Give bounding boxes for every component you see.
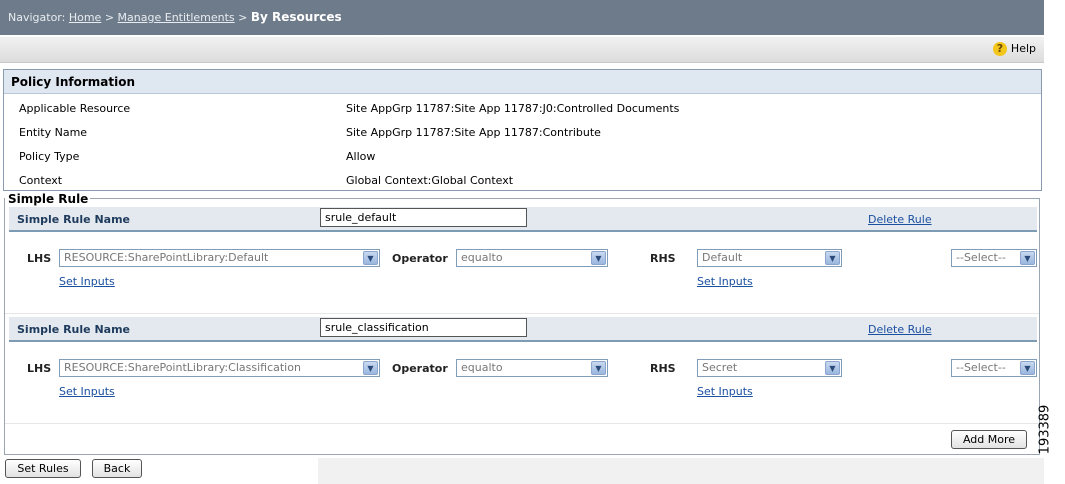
rhs-selected-value: Secret <box>702 361 738 374</box>
policy-information-title: Policy Information <box>4 70 1041 94</box>
operator-selected-value: equalto <box>461 361 503 374</box>
simple-rule-legend: Simple Rule <box>8 192 91 206</box>
rhs-set-inputs-link[interactable]: Set Inputs <box>697 385 753 398</box>
lhs-selected-value: RESOURCE:SharePointLibrary:Default <box>64 251 269 264</box>
rule-name-input[interactable] <box>320 318 527 337</box>
extra-select[interactable]: --Select-- ▼ <box>951 249 1037 267</box>
rhs-set-inputs-link[interactable]: Set Inputs <box>697 275 753 288</box>
applicable-resource-label: Applicable Resource <box>19 102 131 115</box>
policy-type-value: Allow <box>346 150 376 163</box>
lhs-select[interactable]: RESOURCE:SharePointLibrary:Default ▼ <box>59 249 380 267</box>
entity-name-label: Entity Name <box>19 126 88 139</box>
lhs-select[interactable]: RESOURCE:SharePointLibrary:Classificatio… <box>59 359 380 377</box>
set-rules-button[interactable]: Set Rules <box>5 459 81 478</box>
footer-strip <box>318 458 1044 484</box>
chevron-down-icon: ▼ <box>1020 361 1035 375</box>
chevron-down-icon: ▼ <box>825 361 840 375</box>
help-question-icon: ? <box>992 42 1007 56</box>
figure-id-text: 193389 <box>1037 404 1053 455</box>
context-label: Context <box>19 174 63 187</box>
rule-divider <box>5 423 1039 424</box>
rhs-selected-value: Default <box>702 251 743 264</box>
rhs-label: RHS <box>650 252 676 265</box>
help-label: Help <box>1010 42 1036 55</box>
operator-label: Operator <box>392 362 448 375</box>
breadcrumb-separator: > <box>238 11 248 24</box>
operator-select[interactable]: equalto ▼ <box>456 249 608 267</box>
rule-header-2: Simple Rule Name Delete Rule <box>9 317 1037 342</box>
rule-name-label: Simple Rule Name <box>17 323 131 336</box>
operator-selected-value: equalto <box>461 251 503 264</box>
extra-select[interactable]: --Select-- ▼ <box>951 359 1037 377</box>
delete-rule-link[interactable]: Delete Rule <box>868 323 932 336</box>
lhs-selected-value: RESOURCE:SharePointLibrary:Classificatio… <box>64 361 301 374</box>
chevron-down-icon: ▼ <box>591 251 606 265</box>
breadcrumb-manage-entitlements-link[interactable]: Manage Entitlements <box>118 11 235 24</box>
policy-information-panel: Policy Information Applicable Resource S… <box>3 69 1042 191</box>
breadcrumb-current: By Resources <box>250 10 342 24</box>
lhs-label: LHS <box>27 362 52 375</box>
lhs-set-inputs-link[interactable]: Set Inputs <box>59 385 115 398</box>
lhs-label: LHS <box>27 252 52 265</box>
breadcrumb-home-link[interactable]: Home <box>69 11 101 24</box>
chevron-down-icon: ▼ <box>363 251 378 265</box>
chevron-down-icon: ▼ <box>363 361 378 375</box>
lhs-set-inputs-link[interactable]: Set Inputs <box>59 275 115 288</box>
context-value: Global Context:Global Context <box>346 174 514 187</box>
add-more-button[interactable]: Add More <box>951 430 1027 449</box>
operator-select[interactable]: equalto ▼ <box>456 359 608 377</box>
rhs-select[interactable]: Default ▼ <box>697 249 842 267</box>
navigator-bar: Navigator: Home > Manage Entitlements > … <box>0 0 1044 35</box>
rule-header-1: Simple Rule Name Delete Rule <box>9 207 1037 232</box>
applicable-resource-value: Site AppGrp 11787:Site App 11787:J0:Cont… <box>346 102 680 115</box>
rule-divider <box>5 313 1039 314</box>
chevron-down-icon: ▼ <box>591 361 606 375</box>
chevron-down-icon: ▼ <box>825 251 840 265</box>
toolbar: ? Help <box>0 37 1044 63</box>
extra-selected-value: --Select-- <box>956 361 1006 374</box>
breadcrumb-separator: > <box>104 11 115 24</box>
rule-name-input[interactable] <box>320 208 527 227</box>
policy-type-label: Policy Type <box>19 150 80 163</box>
figure-id: 193389 <box>1037 404 1058 458</box>
delete-rule-link[interactable]: Delete Rule <box>868 213 932 226</box>
breadcrumb: Navigator: Home > Manage Entitlements > … <box>8 10 342 24</box>
help-link[interactable]: ? Help <box>992 42 1036 56</box>
chevron-down-icon: ▼ <box>1020 251 1035 265</box>
extra-selected-value: --Select-- <box>956 251 1006 264</box>
entity-name-value: Site AppGrp 11787:Site App 11787:Contrib… <box>346 126 601 139</box>
navigator-label: Navigator: <box>8 11 66 24</box>
rhs-select[interactable]: Secret ▼ <box>697 359 842 377</box>
rhs-label: RHS <box>650 362 676 375</box>
rule-name-label: Simple Rule Name <box>17 213 131 226</box>
operator-label: Operator <box>392 252 448 265</box>
back-button[interactable]: Back <box>92 459 142 478</box>
